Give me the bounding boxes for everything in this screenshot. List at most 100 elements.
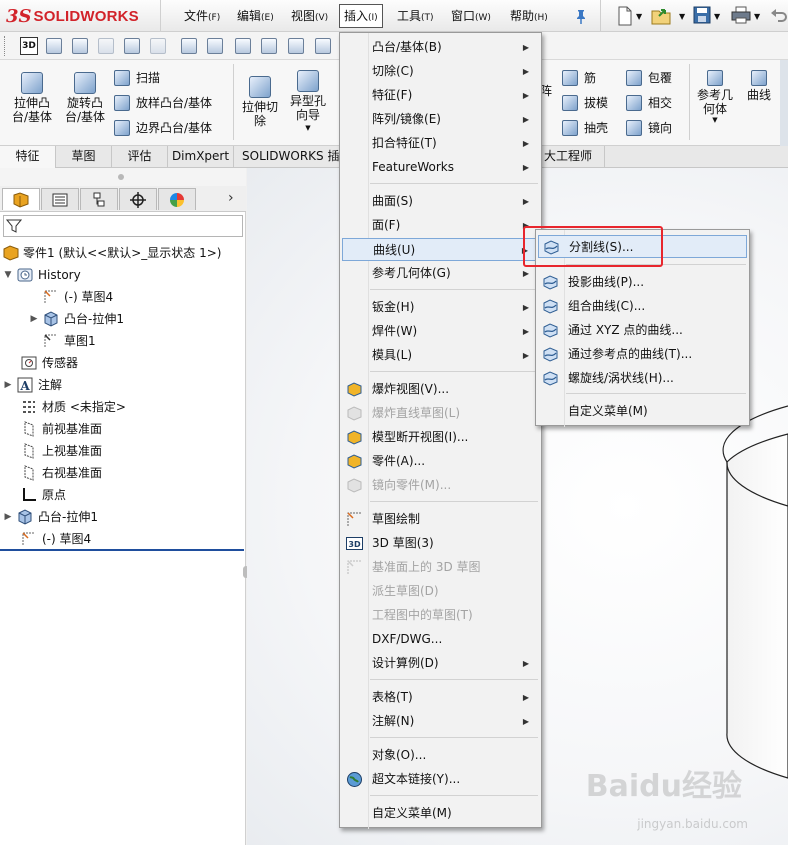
tab-evaluate[interactable]: 评估 <box>112 146 168 168</box>
extrude-cut-button[interactable]: 拉伸切除 <box>238 76 282 128</box>
tab-solidworks-addins[interactable]: SOLIDWORKS 插件 <box>234 146 340 168</box>
insert-menu-item[interactable]: 模具(L) ▶ <box>342 344 539 367</box>
insert-menu-item[interactable]: 切除(C) ▶ <box>342 60 539 83</box>
pin-icon[interactable] <box>574 8 588 24</box>
rebuild-icon[interactable] <box>261 38 277 54</box>
expand-right-icon[interactable]: ▶ <box>3 374 13 396</box>
save-icon[interactable] <box>693 6 711 24</box>
reference-geometry-button[interactable]: 参考几何体 ▼ <box>694 70 736 124</box>
menu-help[interactable]: 帮助(H) <box>506 6 552 26</box>
options-icon[interactable] <box>288 38 304 54</box>
tree-boss-extrude[interactable]: ▶ 凸台-拉伸1 <box>3 506 221 528</box>
menu-tools[interactable]: 工具(T) <box>393 6 438 26</box>
insert-menu-item[interactable]: 阵列/镜像(E) ▶ <box>342 108 539 131</box>
curves-menu-item[interactable]: 螺旋线/涡状线(H)... <box>538 367 747 390</box>
insert-menu-item[interactable]: 派生草图(D) <box>342 580 539 603</box>
insert-menu-item[interactable]: 曲面(S) ▶ <box>342 190 539 213</box>
curves-menu-item[interactable]: 组合曲线(C)... <box>538 295 747 318</box>
insert-menu-item[interactable]: 爆炸直线草图(L) <box>342 402 539 425</box>
insert-menu-item[interactable]: 焊件(W) ▶ <box>342 320 539 343</box>
boundary-boss-button[interactable]: 边界凸台/基体 <box>114 118 212 138</box>
insert-menu-item[interactable]: 零件(A)... <box>342 450 539 473</box>
tree-history[interactable]: ▼ History <box>3 264 221 286</box>
insert-menu-item[interactable]: 面(F) ▶ <box>342 214 539 237</box>
insert-menu-item[interactable]: 对象(O)... <box>342 744 539 767</box>
section-view-icon[interactable] <box>98 38 114 54</box>
tree-front-plane[interactable]: 前视基准面 <box>3 418 221 440</box>
view-settings-icon[interactable] <box>235 38 251 54</box>
mirror-button[interactable]: 镜向 <box>626 118 672 138</box>
filter-input[interactable] <box>3 215 243 237</box>
extrude-boss-button[interactable]: 拉伸凸台/基体 <box>10 72 54 124</box>
draft-button[interactable]: 拔模 <box>562 93 608 113</box>
tab-engineer[interactable]: 大工程师 <box>541 146 605 168</box>
insert-menu-item[interactable]: 参考几何体(G) ▶ <box>342 262 539 285</box>
edit-appearance-icon[interactable] <box>181 38 197 54</box>
insert-menu-item[interactable]: 特征(F) ▶ <box>342 84 539 107</box>
chevron-down-icon[interactable]: ▼ <box>754 12 760 21</box>
tree-annotations[interactable]: ▶ A 注解 <box>3 374 221 396</box>
solidworks-logo[interactable]: 3S SOLIDWORKS <box>6 5 139 27</box>
tab-configuration-manager[interactable] <box>80 188 118 210</box>
curves-menu-item[interactable]: 通过 XYZ 点的曲线... <box>538 319 747 342</box>
hole-wizard-button[interactable]: 异型孔向导 ▼ <box>288 70 328 132</box>
display-style-icon[interactable] <box>124 38 140 54</box>
tree-history-item[interactable]: ▶ 凸台-拉伸1 <box>3 308 221 330</box>
hide-show-icon[interactable] <box>150 38 166 54</box>
curves-menu-item[interactable]: 投影曲线(P)... <box>538 271 747 294</box>
insert-menu-item[interactable]: 曲线(U) ▶ <box>342 238 539 261</box>
tab-dimxpert[interactable]: DimXpert <box>168 146 234 168</box>
insert-menu-item[interactable]: 注解(N) ▶ <box>342 710 539 733</box>
open-folder-icon[interactable] <box>651 6 673 26</box>
insert-menu-item[interactable]: 草图绘制 <box>342 508 539 531</box>
tab-dimxpert-manager[interactable] <box>119 188 157 210</box>
print-icon[interactable] <box>731 6 751 24</box>
insert-menu-item[interactable]: 模型断开视图(I)... <box>342 426 539 449</box>
panel-handle[interactable] <box>0 168 246 186</box>
chevron-down-icon[interactable]: ▼ <box>714 12 720 21</box>
ribbon-scroll-edge[interactable] <box>780 60 788 146</box>
tab-features[interactable]: 特征 <box>0 146 56 168</box>
apply-scene-icon[interactable] <box>207 38 223 54</box>
menu-edit[interactable]: 编辑(E) <box>233 6 278 26</box>
menu-insert[interactable]: 插入(I) <box>339 4 383 28</box>
tree-origin[interactable]: 原点 <box>3 484 221 506</box>
expand-right-icon[interactable]: ▶ <box>3 506 13 528</box>
tree-material[interactable]: 材质 <未指定> <box>3 396 221 418</box>
insert-menu-item[interactable]: 工程图中的草图(T) <box>342 604 539 627</box>
insert-menu-item[interactable]: 钣金(H) ▶ <box>342 296 539 319</box>
tab-feature-manager[interactable] <box>2 188 40 210</box>
tree-part-root[interactable]: 零件1 (默认<<默认>_显示状态 1>) <box>3 242 221 264</box>
chevron-right-icon[interactable]: › <box>228 190 234 206</box>
insert-menu-item[interactable]: 设计算例(D) ▶ <box>342 652 539 675</box>
chevron-down-icon[interactable]: ▼ <box>636 12 642 21</box>
view-orientation-icon[interactable] <box>72 38 88 54</box>
rollback-bar[interactable] <box>0 549 244 551</box>
tree-right-plane[interactable]: 右视基准面 <box>3 462 221 484</box>
tree-history-item[interactable]: 草图1 <box>3 330 221 352</box>
menu-view[interactable]: 视图(V) <box>287 6 332 26</box>
new-document-icon[interactable] <box>616 6 634 26</box>
instant3d-icon[interactable] <box>46 38 62 54</box>
tab-property-manager[interactable] <box>41 188 79 210</box>
insert-menu-item[interactable]: FeatureWorks ▶ <box>342 156 539 179</box>
chevron-down-icon[interactable]: ▼ <box>679 12 685 21</box>
tree-top-plane[interactable]: 上视基准面 <box>3 440 221 462</box>
revolve-boss-button[interactable]: 旋转凸台/基体 <box>62 72 108 124</box>
curves-menu-item[interactable]: 通过参考点的曲线(T)... <box>538 343 747 366</box>
loft-boss-button[interactable]: 放样凸台/基体 <box>114 93 212 113</box>
undo-icon[interactable] <box>770 6 788 24</box>
insert-menu-item[interactable]: 凸台/基体(B) ▶ <box>342 36 539 59</box>
insert-menu-item[interactable]: DXF/DWG... <box>342 628 539 651</box>
menu-file[interactable]: 文件(F) <box>180 6 224 26</box>
tree-sensors[interactable]: 传感器 <box>3 352 221 374</box>
expand-right-icon[interactable]: ▶ <box>29 308 39 330</box>
tab-sketch[interactable]: 草图 <box>56 146 112 168</box>
tree-sketch4[interactable]: (-) 草图4 <box>3 528 221 550</box>
tab-display-manager[interactable] <box>158 188 196 210</box>
curves-button[interactable]: 曲线 <box>744 70 774 102</box>
wrap-button[interactable]: 包覆 <box>626 68 672 88</box>
plane-icon[interactable] <box>315 38 331 54</box>
insert-menu-item[interactable]: 基准面上的 3D 草图 <box>342 556 539 579</box>
insert-menu-item[interactable]: 爆炸视图(V)... <box>342 378 539 401</box>
